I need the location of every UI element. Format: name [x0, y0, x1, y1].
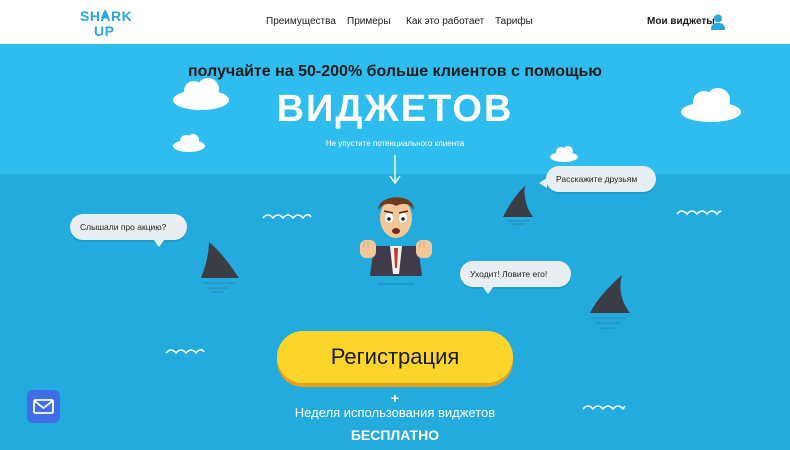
shark-fin-icon	[201, 242, 239, 293]
speech-bubble-text: Уходит! Ловите его!	[470, 269, 548, 279]
shark-fin-icon	[503, 186, 533, 225]
hero-subtitle: Не упустите потенциального клиента	[325, 139, 465, 148]
logo[interactable]: SHARK UP	[80, 7, 140, 39]
speech-bubble-text: Расскажите друзьям	[556, 174, 638, 184]
wave-icon	[676, 210, 722, 216]
shark-fin-icon	[590, 275, 630, 329]
plus-sign: +	[390, 390, 400, 406]
wave-icon	[262, 213, 312, 220]
mail-icon	[33, 399, 54, 414]
nav-advantages[interactable]: Преимущества	[266, 16, 336, 27]
register-button[interactable]: Регистрация	[277, 331, 513, 383]
scared-man-illustration	[360, 197, 432, 285]
my-widgets-link[interactable]: Мои виджеты	[647, 16, 715, 27]
shark-fin-icon	[101, 9, 109, 18]
wave-icon	[165, 348, 205, 355]
hero-title: ВИДЖЕТОВ	[276, 88, 514, 130]
free-label: БЕСПЛАТНО	[350, 427, 440, 443]
speech-bubble-leaving: Уходит! Ловите его!	[460, 261, 571, 294]
speech-bubble-tell-friends: Расскажите друзьям	[539, 166, 656, 192]
header: SHARK UP Преимущества Примеры Как это ра…	[0, 0, 790, 44]
nav-pricing[interactable]: Тарифы	[495, 16, 533, 27]
arrow-down-icon	[389, 155, 401, 185]
speech-bubble-promo: Слышали про акцию?	[70, 214, 187, 247]
user-icon[interactable]	[711, 14, 725, 30]
nav-examples[interactable]: Примеры	[347, 16, 391, 27]
nav-how-it-works[interactable]: Как это работает	[406, 16, 484, 27]
free-week-text: Неделя использования виджетов	[294, 405, 496, 420]
logo-text-up: UP	[94, 23, 115, 39]
hero-headline: получайте на 50-200% больше клиентов с п…	[188, 63, 602, 80]
speech-bubble-text: Слышали про акцию?	[80, 222, 167, 232]
mail-widget-button[interactable]	[27, 390, 60, 423]
